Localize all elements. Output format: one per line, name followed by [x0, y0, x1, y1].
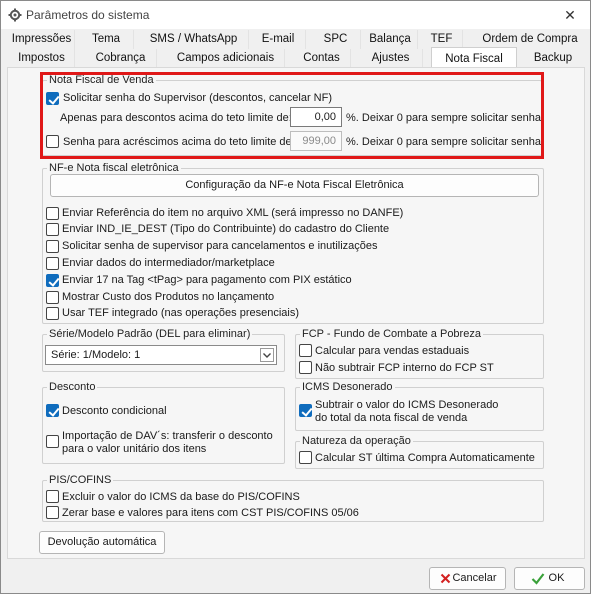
nfe-option-label: Enviar Referência do item no arquivo XML… — [62, 207, 404, 219]
ok-button-label: OK — [548, 572, 565, 584]
solicitar-senha-label: Solicitar senha do Supervisor (descontos… — [63, 92, 333, 104]
senha-acrescimos-label: Senha para acréscimos acima do teto limi… — [63, 136, 295, 148]
icms-legend: ICMS Desonerado — [300, 381, 395, 394]
tab-contas[interactable]: Contas — [293, 49, 351, 68]
pis-cofins-legend: PIS/COFINS — [47, 474, 114, 487]
nfe-option-label: Enviar 17 na Tag <tPag> para pagamento c… — [62, 274, 352, 286]
tab-cobranca[interactable]: Cobrança — [85, 49, 157, 68]
serie-legend: Série/Modelo Padrão (DEL para eliminar) — [47, 328, 253, 341]
devolucao-automatica-button[interactable]: Devolução automática — [39, 531, 165, 554]
window-title: Parâmetros do sistema — [26, 8, 150, 22]
excluir-icms-label: Excluir o valor do ICMS da base do PIS/C… — [62, 491, 300, 503]
nfe-option-label: Mostrar Custo dos Produtos no lançamento — [62, 291, 275, 303]
nfe-option-checkbox[interactable] — [46, 240, 59, 253]
fcp-estaduais-label: Calcular para vendas estaduais — [315, 345, 470, 357]
solicitar-senha-checkbox[interactable] — [46, 92, 59, 105]
cancel-button-label: Cancelar — [452, 572, 497, 584]
apenas-descontos-label: Apenas para descontos acima do teto limi… — [60, 112, 292, 124]
nfe-option-label: Enviar IND_IE_DEST (Tipo do Contribuinte… — [62, 223, 390, 235]
tab-nota-fiscal[interactable]: Nota Fiscal — [431, 47, 517, 69]
close-icon[interactable]: ✕ — [560, 5, 580, 25]
tab-sms-whatsapp[interactable]: SMS / WhatsApp — [139, 30, 249, 49]
nfe-option-checkbox[interactable] — [46, 274, 59, 287]
tab-impressoes[interactable]: Impressões — [9, 30, 75, 49]
tab-tema[interactable]: Tema — [79, 30, 134, 49]
fcp-nao-subtrair-label: Não subtrair FCP interno do FCP ST — [315, 362, 494, 374]
tab-impostos[interactable]: Impostos — [9, 49, 75, 68]
cancel-button[interactable]: Cancelar — [429, 567, 506, 590]
excluir-icms-checkbox[interactable] — [46, 490, 59, 503]
calcular-st-label: Calcular ST última Compra Automaticament… — [315, 452, 535, 464]
fcp-legend: FCP - Fundo de Combate a Pobreza — [300, 328, 483, 341]
serie-select-value: Série: 1/Modelo: 1 — [51, 349, 141, 361]
desconto-limite-input[interactable]: 0,00 — [290, 107, 342, 127]
acrescimo-suffix-label: %. Deixar 0 para sempre solicitar senha — [346, 136, 542, 148]
title-bar: Parâmetros do sistema ✕ — [1, 1, 590, 29]
nfe-option-checkbox[interactable] — [46, 307, 59, 320]
nfe-option-checkbox[interactable] — [46, 207, 59, 220]
nfe-option-checkbox[interactable] — [46, 257, 59, 270]
desconto-condicional-label: Desconto condicional — [62, 405, 167, 417]
check-icon — [531, 573, 545, 585]
nfe-option-label: Enviar dados do intermediador/marketplac… — [62, 257, 275, 269]
desconto-legend: Desconto — [47, 381, 98, 394]
calcular-st-checkbox[interactable] — [299, 451, 312, 464]
tab-spc[interactable]: SPC — [311, 30, 361, 49]
tab-balanca[interactable]: Balança — [363, 30, 418, 49]
nfe-option-checkbox[interactable] — [46, 223, 59, 236]
zerar-base-label: Zerar base e valores para itens com CST … — [62, 507, 359, 519]
nfe-config-button[interactable]: Configuração da NF-e Nota Fiscal Eletrôn… — [50, 174, 539, 197]
serie-select[interactable]: Série: 1/Modelo: 1 — [45, 345, 277, 365]
tab-ajustes[interactable]: Ajustes — [359, 49, 423, 68]
desconto-condicional-checkbox[interactable] — [46, 404, 59, 417]
icms-subtrair-label: Subtrair o valor do ICMS Desonerado — [315, 399, 499, 411]
importacao-dav-label-2: para o valor unitário dos itens — [62, 443, 207, 455]
importacao-dav-label: Importação de DAV´s: transferir o descon… — [62, 430, 273, 442]
tab-campos-adicionais[interactable]: Campos adicionais — [167, 49, 285, 68]
nfe-option-label: Usar TEF integrado (nas operações presen… — [62, 307, 300, 319]
icms-subtrair-checkbox[interactable] — [299, 404, 312, 417]
acrescimo-limite-input[interactable]: 999,00 — [290, 131, 342, 151]
fcp-nao-subtrair-checkbox[interactable] — [299, 361, 312, 374]
ok-button[interactable]: OK — [514, 567, 585, 590]
tab-row-2: Impostos Cobrança Campos adicionais Cont… — [1, 47, 590, 69]
natureza-legend: Natureza da operação — [300, 435, 413, 448]
cancel-x-icon — [440, 573, 451, 584]
senha-acrescimos-checkbox[interactable] — [46, 135, 59, 148]
desconto-suffix-label: %. Deixar 0 para sempre solicitar senha — [346, 112, 542, 124]
tab-backup[interactable]: Backup — [523, 49, 583, 68]
zerar-base-checkbox[interactable] — [46, 506, 59, 519]
nfe-option-label: Solicitar senha de supervisor para cance… — [62, 240, 378, 252]
nfe-option-checkbox[interactable] — [46, 291, 59, 304]
importacao-dav-checkbox[interactable] — [46, 435, 59, 448]
chevron-down-icon[interactable] — [260, 348, 274, 362]
dialog-window: Parâmetros do sistema ✕ Impressões Tema … — [0, 0, 591, 594]
settings-icon — [8, 8, 22, 22]
fcp-estaduais-checkbox[interactable] — [299, 344, 312, 357]
icms-subtrair-label-2: do total da nota fiscal de venda — [315, 412, 468, 424]
tab-email[interactable]: E-mail — [251, 30, 306, 49]
